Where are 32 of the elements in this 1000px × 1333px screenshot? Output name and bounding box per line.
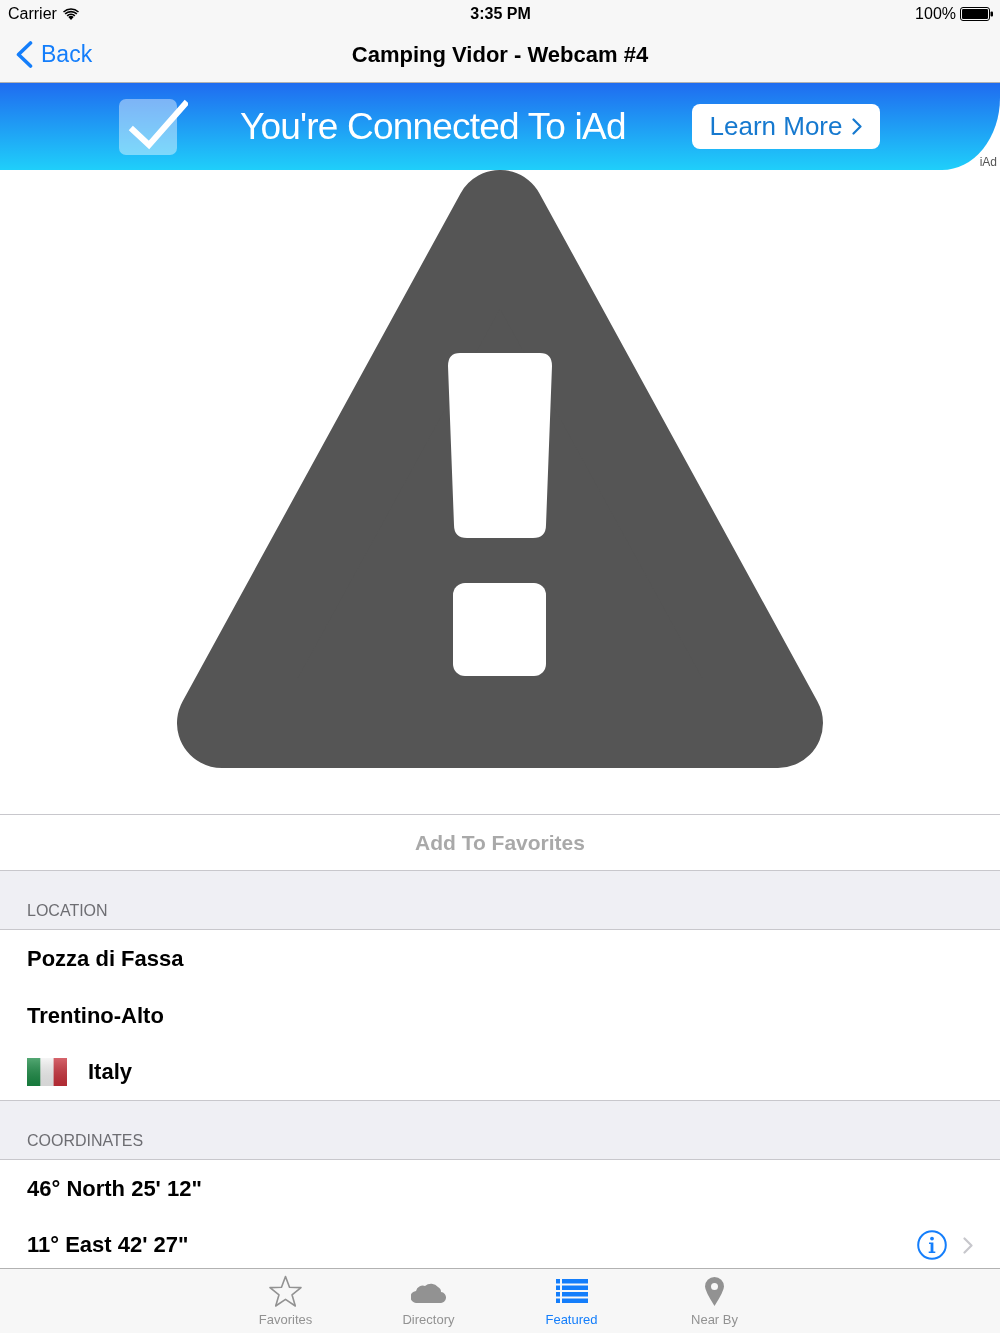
learn-more-button[interactable]: Learn More [692,104,880,149]
section-header: LOCATION [0,871,1000,930]
map-pin-icon [705,1276,724,1306]
wifi-icon [62,7,79,20]
info-icon [917,1230,947,1260]
row-label: 11° East 42' 27" [27,1232,190,1258]
back-chevron-icon [15,41,33,68]
nav-title: Camping Vidor - Webcam #4 [351,41,649,68]
list-icon [555,1279,588,1303]
row-label: Italy [88,1059,133,1085]
carrier-label: Carrier [8,4,57,23]
checkmark-icon [119,97,188,156]
back-button[interactable]: Back [0,41,93,68]
clock-time: 3:35 PM [470,4,531,23]
tab[interactable]: Directory [357,1269,500,1333]
section-header: COORDINATES [0,1101,1000,1160]
battery-percent: 100% [915,4,956,23]
tab[interactable]: Favorites [214,1269,357,1333]
warning-icon [177,170,823,768]
battery-icon [960,6,993,21]
row-label: Trentino-Alto [27,1002,164,1029]
row-label: Pozza di Fassa [27,945,184,972]
row-label: 46° North 25' 12" [27,1175,202,1202]
tab[interactable]: Featured [500,1269,643,1333]
chevron-icon [963,1236,973,1254]
star-icon [268,1274,303,1308]
chevron-icon [852,118,863,135]
flag-icon [27,1058,67,1086]
info-button[interactable] [917,1230,947,1260]
ad-headline: You're Connected To iAd [240,105,627,148]
ad-label: iAd [979,155,997,169]
tab[interactable]: Near By [643,1269,786,1333]
